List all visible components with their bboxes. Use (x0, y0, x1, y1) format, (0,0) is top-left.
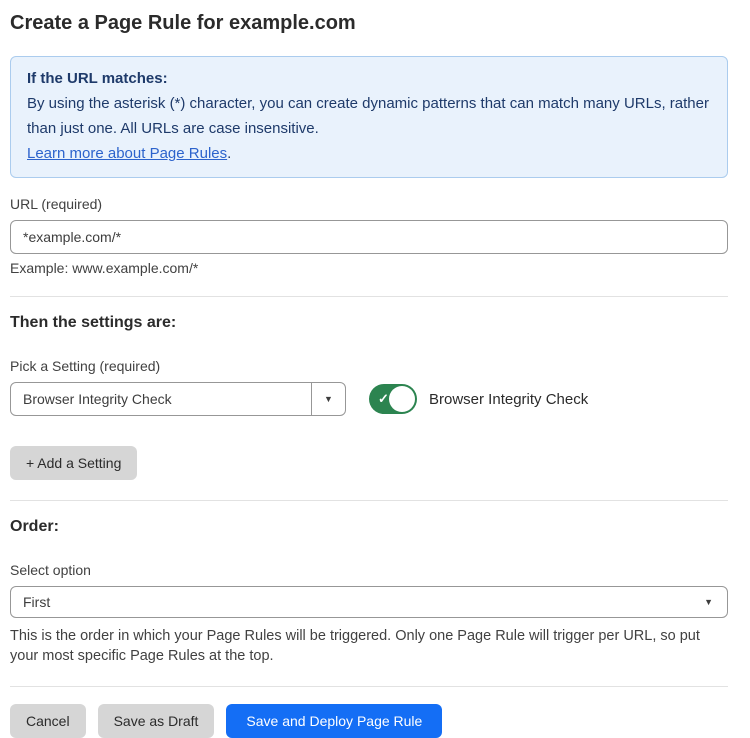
order-helper-text: This is the order in which your Page Rul… (10, 626, 728, 666)
setting-picker-label: Pick a Setting (required) (10, 358, 728, 374)
save-as-draft-button[interactable]: Save as Draft (98, 704, 215, 738)
url-example-helper: Example: www.example.com/* (10, 260, 728, 276)
save-and-deploy-button[interactable]: Save and Deploy Page Rule (226, 704, 442, 738)
setting-toggle[interactable]: ✓ (369, 384, 417, 414)
footer-button-row: Cancel Save as Draft Save and Deploy Pag… (10, 704, 728, 738)
learn-more-link[interactable]: Learn more about Page Rules (27, 145, 227, 162)
create-page-rule-form: Create a Page Rule for example.com If th… (0, 0, 750, 720)
order-select-label: Select option (10, 562, 728, 578)
link-suffix: . (227, 145, 231, 162)
info-box-heading: If the URL matches: (27, 66, 711, 91)
toggle-knob (389, 386, 415, 412)
check-icon: ✓ (378, 391, 389, 407)
divider (10, 686, 728, 687)
url-matches-info-box: If the URL matches: By using the asteris… (10, 56, 728, 178)
setting-row: Browser Integrity Check ▼ ✓ Browser Inte… (10, 382, 728, 416)
add-setting-button[interactable]: + Add a Setting (10, 446, 137, 480)
page-title: Create a Page Rule for example.com (10, 12, 728, 35)
url-field-label: URL (required) (10, 196, 728, 212)
divider (10, 296, 728, 297)
setting-select-value: Browser Integrity Check (11, 383, 311, 415)
setting-toggle-label: Browser Integrity Check (429, 391, 588, 408)
divider (10, 500, 728, 501)
chevron-down-icon: ▼ (704, 597, 713, 607)
info-box-link-line: Learn more about Page Rules. (27, 141, 711, 166)
order-select-value: First (23, 594, 50, 610)
setting-select[interactable]: Browser Integrity Check ▼ (10, 382, 346, 416)
settings-section-heading: Then the settings are: (10, 314, 728, 332)
chevron-down-icon: ▼ (324, 394, 333, 404)
info-box-body: By using the asterisk (*) character, you… (27, 91, 711, 141)
order-select[interactable]: First ▼ (10, 586, 728, 618)
cancel-button[interactable]: Cancel (10, 704, 86, 738)
setting-select-arrow-button[interactable]: ▼ (311, 383, 345, 415)
url-input[interactable] (10, 220, 728, 254)
order-section-heading: Order: (10, 518, 728, 536)
